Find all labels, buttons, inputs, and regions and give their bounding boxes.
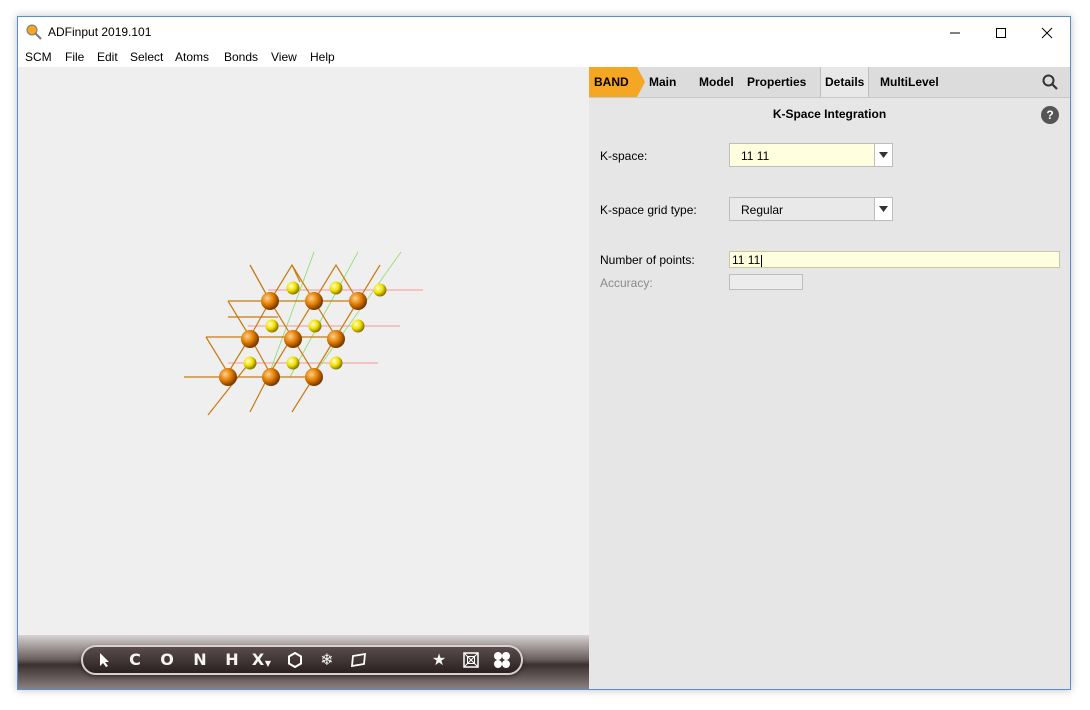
menu-bonds[interactable]: Bonds: [224, 50, 258, 64]
text-caret: [761, 254, 763, 267]
menu-edit[interactable]: Edit: [97, 50, 118, 64]
kspace-label: K-space:: [600, 149, 648, 163]
tab-band[interactable]: BAND: [594, 67, 629, 97]
kspace-value: 11 11: [741, 149, 770, 163]
crystal-cell-icon: [463, 652, 479, 668]
molecule-structure[interactable]: [18, 67, 589, 627]
ring-tool[interactable]: [285, 647, 305, 673]
menu-bar: SCM File Edit Select Atoms Bonds View He…: [18, 48, 1070, 67]
kspace-dropdown-button[interactable]: [874, 144, 892, 166]
minimize-icon: [950, 32, 960, 33]
menu-scm[interactable]: SCM: [25, 50, 52, 64]
panel-tabs: BAND Main Model Properties Details Multi…: [589, 67, 1070, 98]
tab-properties[interactable]: Properties: [747, 67, 806, 97]
app-window: ADFinput 2019.101 SCM File Edit Select A…: [17, 16, 1071, 690]
snowflake-icon: ❄: [320, 650, 334, 669]
kspace-combo[interactable]: 11 11: [729, 143, 893, 167]
grid-type-dropdown-button[interactable]: [874, 198, 892, 220]
hexagon-icon: [288, 651, 302, 669]
favorites-tool[interactable]: ★: [429, 647, 449, 673]
select-arrow-tool[interactable]: [95, 647, 115, 673]
other-element-tool[interactable]: X: [251, 647, 265, 673]
surface-tool[interactable]: [349, 647, 369, 673]
minimize-button[interactable]: [932, 17, 978, 48]
star-icon: ★: [431, 650, 447, 669]
balls-icon: [494, 652, 510, 668]
chevron-down-icon: [879, 206, 888, 212]
maximize-button[interactable]: [978, 17, 1024, 48]
app-logo-icon: [26, 24, 42, 40]
help-icon[interactable]: ?: [1041, 106, 1059, 124]
menu-atoms[interactable]: Atoms: [175, 50, 209, 64]
menu-select[interactable]: Select: [130, 50, 163, 64]
grid-type-combo[interactable]: Regular: [729, 197, 893, 221]
carbon-tool[interactable]: C: [125, 647, 145, 673]
clusters-tool[interactable]: [491, 647, 513, 673]
section-title: K-Space Integration: [772, 107, 887, 121]
dropdown-triangle-icon: ▼: [264, 659, 272, 668]
close-icon: [1041, 27, 1053, 38]
search-icon[interactable]: [1042, 74, 1058, 90]
plane-icon: [350, 652, 367, 668]
grid-type-label: K-space grid type:: [600, 203, 697, 217]
maximize-icon: [996, 27, 1006, 38]
menu-file[interactable]: File: [65, 50, 84, 64]
oxygen-tool[interactable]: O: [157, 647, 177, 673]
settings-panel: BAND Main Model Properties Details Multi…: [589, 67, 1070, 689]
tab-model[interactable]: Model: [699, 67, 734, 97]
tab-main[interactable]: Main: [649, 67, 676, 97]
nitrogen-tool[interactable]: N: [190, 647, 210, 673]
grid-type-value: Regular: [741, 203, 784, 217]
molecule-viewer[interactable]: C O N H X ▼ ❄ ★: [18, 67, 589, 689]
window-title: ADFinput 2019.101: [48, 25, 152, 39]
num-points-value: 11 11: [732, 253, 763, 267]
menu-view[interactable]: View: [271, 50, 297, 64]
atom-toolbar: C O N H X ▼ ❄ ★: [81, 645, 523, 675]
crystal-tool[interactable]: [461, 647, 481, 673]
num-points-label: Number of points:: [600, 253, 695, 267]
tab-multilevel[interactable]: MultiLevel: [880, 67, 939, 97]
title-bar: ADFinput 2019.101: [18, 17, 1070, 48]
tab-details[interactable]: Details: [820, 67, 870, 97]
num-points-field[interactable]: 11 11: [729, 251, 1060, 268]
menu-help[interactable]: Help: [310, 50, 335, 64]
accuracy-label: Accuracy:: [600, 276, 653, 290]
close-button[interactable]: [1024, 17, 1070, 48]
arrow-cursor-icon: [100, 653, 109, 667]
structures-tool[interactable]: ❄: [317, 647, 337, 673]
chevron-down-icon: [879, 152, 888, 158]
accuracy-field[interactable]: [729, 274, 803, 290]
hydrogen-tool[interactable]: H: [222, 647, 242, 673]
